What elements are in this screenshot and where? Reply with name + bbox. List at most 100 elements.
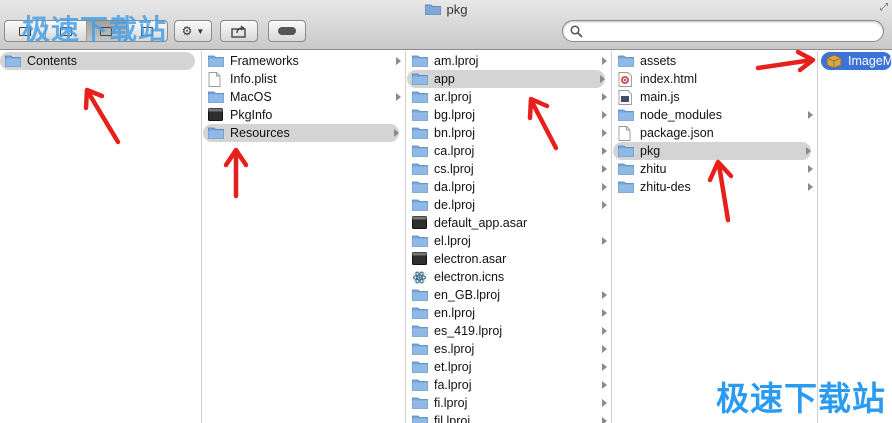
file-row[interactable]: Frameworks: [203, 52, 405, 70]
file-label: app: [434, 72, 455, 86]
file-row[interactable]: MacOS: [203, 88, 405, 106]
file-row[interactable]: main.js: [613, 88, 817, 106]
file-row[interactable]: am.lproj: [407, 52, 611, 70]
disclosure-arrow-icon: [808, 165, 813, 173]
folder-icon: [618, 144, 634, 158]
file-row[interactable]: Contents: [0, 52, 195, 70]
fullscreen-icon[interactable]: ⤢: [880, 2, 888, 13]
file-row[interactable]: index.html: [613, 70, 817, 88]
file-label: fil.lproj: [434, 414, 471, 423]
file-row[interactable]: ImageM: [821, 52, 892, 70]
file-row[interactable]: pkg: [613, 142, 811, 160]
file-label: da.lproj: [434, 180, 475, 194]
folder-icon: [412, 234, 428, 248]
file-row[interactable]: zhitu-des: [613, 178, 817, 196]
file-row[interactable]: PkgInfo: [203, 106, 405, 124]
search-field[interactable]: [562, 20, 884, 42]
column-2: Frameworks Info.plist MacOS PkgInfo Resource…: [203, 51, 406, 423]
file-row[interactable]: package.json: [613, 124, 817, 142]
disclosure-arrow-icon: [396, 57, 401, 65]
file-label: en_GB.lproj: [434, 288, 501, 302]
disclosure-arrow-icon: [602, 381, 607, 389]
folder-icon: [412, 198, 428, 212]
folder-icon: [208, 90, 224, 104]
file-row[interactable]: default_app.asar: [407, 214, 611, 232]
folder-icon: [208, 54, 224, 68]
file-row[interactable]: fil.lproj: [407, 412, 611, 423]
window-title: pkg: [446, 1, 468, 17]
disclosure-arrow-icon: [602, 147, 607, 155]
file-row[interactable]: en_GB.lproj: [407, 286, 611, 304]
folder-icon: [412, 72, 428, 86]
folder-icon: [412, 90, 428, 104]
disclosure-arrow-icon: [600, 75, 605, 83]
file-row[interactable]: assets: [613, 52, 817, 70]
folder-icon: [412, 396, 428, 410]
folder-icon: [412, 324, 428, 338]
share-button[interactable]: [220, 20, 258, 42]
file-label: electron.icns: [434, 270, 505, 284]
disclosure-arrow-icon: [602, 111, 607, 119]
folder-icon: [618, 180, 634, 194]
file-row[interactable]: da.lproj: [407, 178, 611, 196]
file-label: zhitu-des: [640, 180, 691, 194]
file-row[interactable]: cs.lproj: [407, 160, 611, 178]
disclosure-arrow-icon: [602, 399, 607, 407]
column-4: assets index.html main.js node_modules packa…: [613, 51, 818, 423]
file-label: electron.asar: [434, 252, 507, 266]
file-label: default_app.asar: [434, 216, 528, 230]
file-row[interactable]: Info.plist: [203, 70, 405, 88]
file-row[interactable]: Resources: [203, 124, 399, 142]
file-icon: [618, 126, 634, 141]
action-menu-button[interactable]: ⚙ ▼: [174, 20, 212, 42]
file-label: Info.plist: [230, 72, 277, 86]
chrome-icon: [618, 72, 634, 87]
file-row[interactable]: bn.lproj: [407, 124, 611, 142]
package-icon: [826, 54, 842, 69]
script-icon: [618, 90, 634, 105]
file-label: bn.lproj: [434, 126, 475, 140]
file-row[interactable]: fa.lproj: [407, 376, 611, 394]
file-row[interactable]: es_419.lproj: [407, 322, 611, 340]
file-row[interactable]: bg.lproj: [407, 106, 611, 124]
file-row[interactable]: el.lproj: [407, 232, 611, 250]
tag-button[interactable]: [268, 20, 306, 42]
file-row[interactable]: ca.lproj: [407, 142, 611, 160]
file-row[interactable]: fi.lproj: [407, 394, 611, 412]
file-label: de.lproj: [434, 198, 475, 212]
tag-icon: [278, 27, 296, 35]
disclosure-arrow-icon: [602, 57, 607, 65]
share-icon: [231, 24, 246, 38]
file-label: Frameworks: [230, 54, 299, 68]
file-row[interactable]: ar.lproj: [407, 88, 611, 106]
file-row[interactable]: app: [407, 70, 605, 88]
gear-icon: ⚙: [181, 24, 193, 38]
disclosure-arrow-icon: [806, 147, 811, 155]
disclosure-arrow-icon: [602, 363, 607, 371]
file-label: main.js: [640, 90, 680, 104]
file-row[interactable]: en.lproj: [407, 304, 611, 322]
disclosure-arrow-icon: [602, 93, 607, 101]
electron-icon: [412, 270, 428, 285]
file-row[interactable]: electron.icns: [407, 268, 611, 286]
disclosure-arrow-icon: [602, 291, 607, 299]
folder-icon: [412, 54, 428, 68]
column-1: Contents: [0, 51, 202, 423]
folder-icon: [5, 54, 21, 68]
file-row[interactable]: zhitu: [613, 160, 817, 178]
folder-icon: [412, 342, 428, 356]
file-row[interactable]: de.lproj: [407, 196, 611, 214]
disclosure-arrow-icon: [602, 327, 607, 335]
disclosure-arrow-icon: [396, 93, 401, 101]
folder-icon: [412, 360, 428, 374]
file-row[interactable]: et.lproj: [407, 358, 611, 376]
file-row[interactable]: es.lproj: [407, 340, 611, 358]
file-row[interactable]: node_modules: [613, 106, 817, 124]
column-browser: Contents Frameworks Info.plist MacOS PkgInf…: [0, 51, 892, 423]
disclosure-arrow-icon: [808, 111, 813, 119]
file-label: Contents: [27, 54, 78, 68]
column-3: am.lproj app ar.lproj bg.lproj bn.lproj ca.lp…: [407, 51, 612, 423]
file-row[interactable]: electron.asar: [407, 250, 611, 268]
disclosure-arrow-icon: [602, 237, 607, 245]
file-label: PkgInfo: [230, 108, 273, 122]
